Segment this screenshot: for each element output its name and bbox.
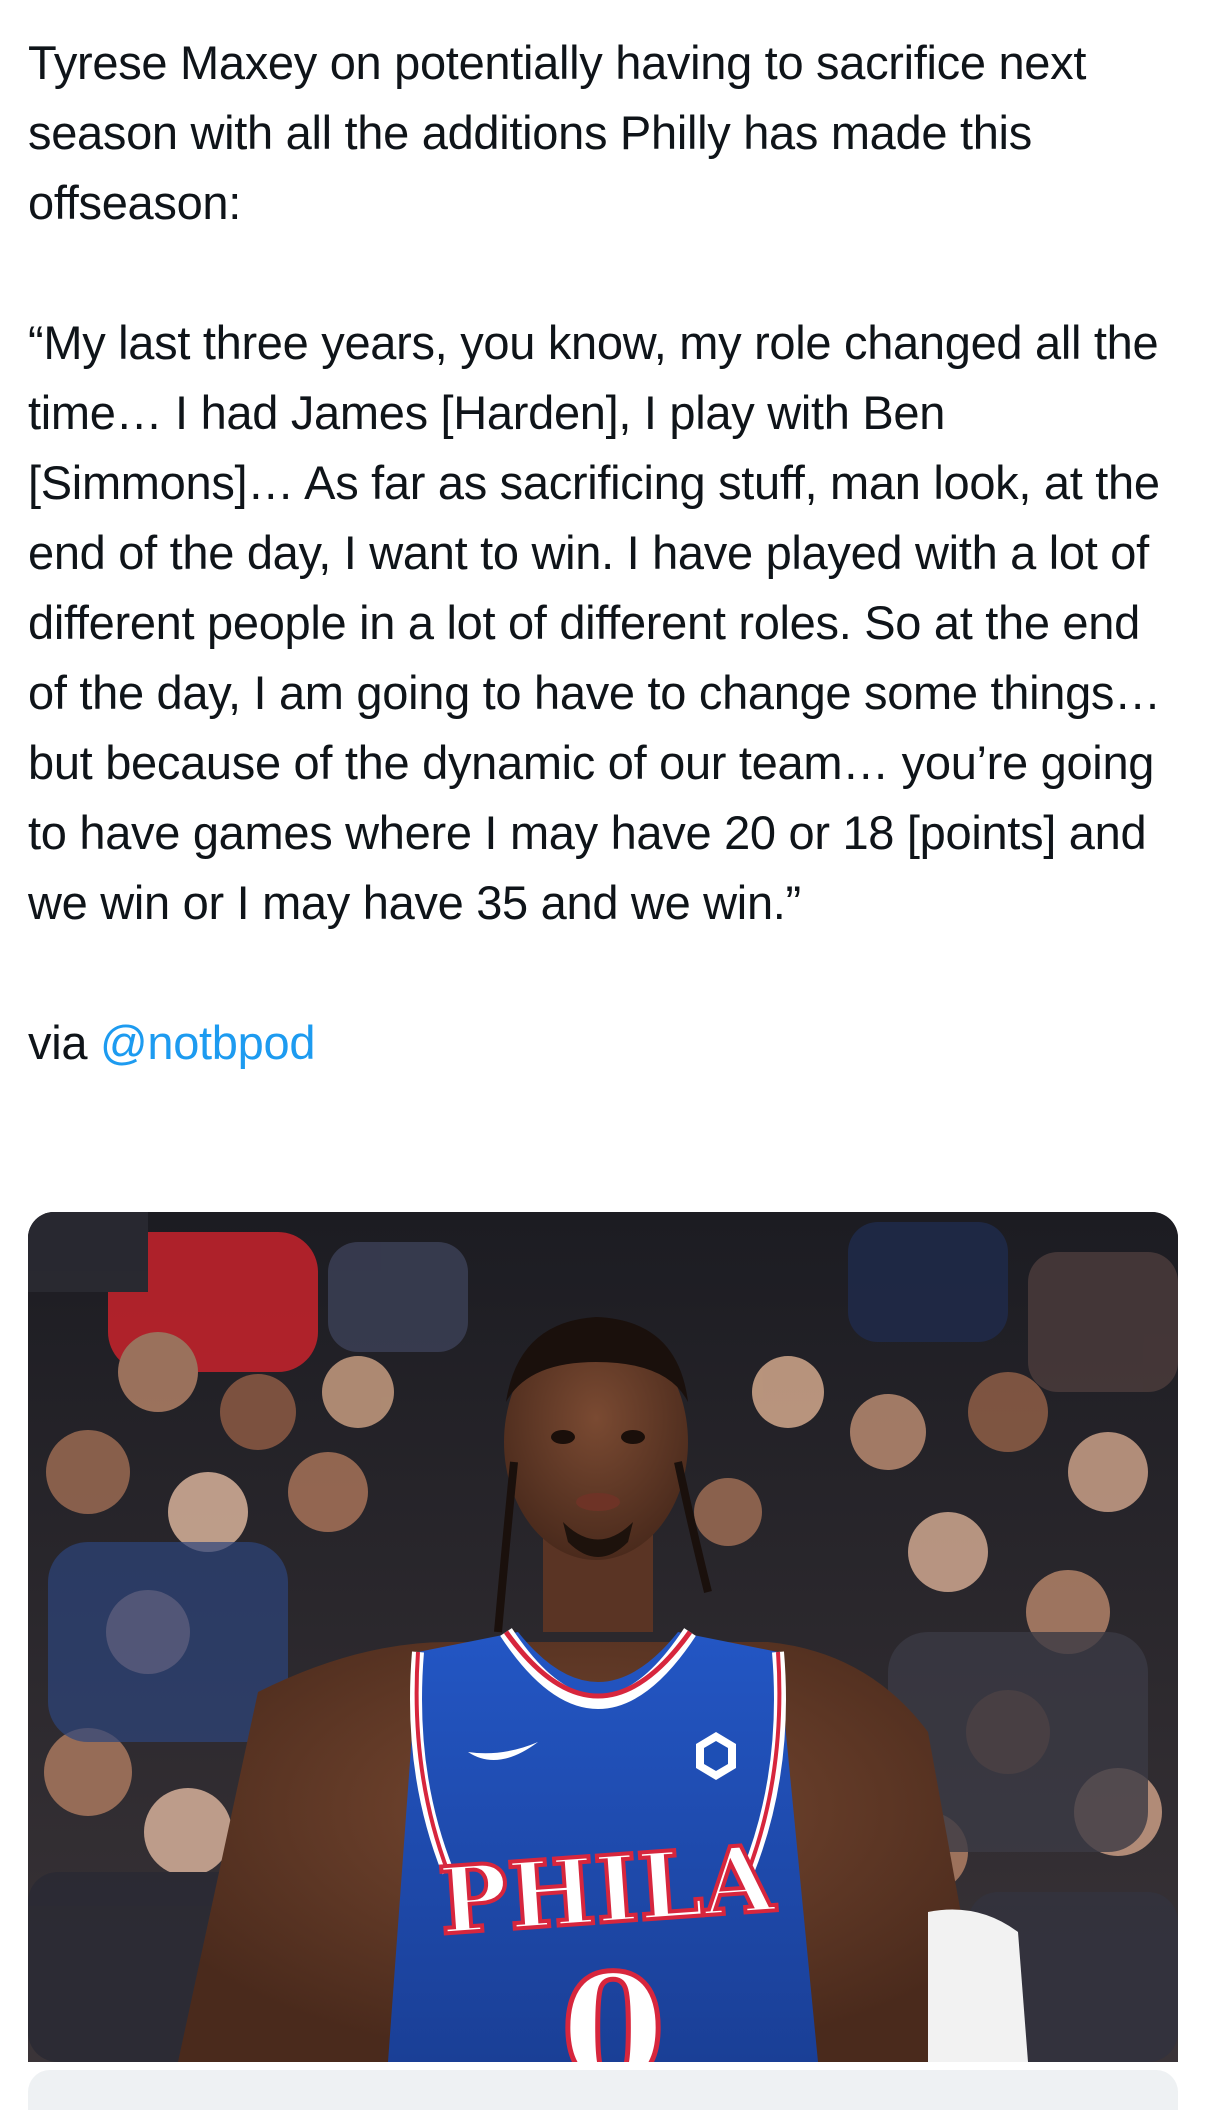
- tweet-intro: Tyrese Maxey on potentially having to sa…: [28, 36, 1087, 229]
- tweet-attribution: via @notbpod: [28, 1008, 1178, 1078]
- tweet-quote: “My last three years, you know, my role …: [28, 316, 1161, 929]
- next-card-edge: [28, 2070, 1178, 2110]
- mention-link[interactable]: @notbpod: [100, 1016, 316, 1069]
- via-label: via: [28, 1016, 88, 1069]
- tweet-text: Tyrese Maxey on potentially having to sa…: [28, 28, 1178, 1078]
- tweet-body: Tyrese Maxey on potentially having to sa…: [28, 28, 1178, 1078]
- jersey-number: 0: [561, 1942, 665, 2062]
- tweet-media-photo[interactable]: PHILA 0: [28, 1212, 1178, 2062]
- player-photo: PHILA 0: [28, 1212, 1178, 2062]
